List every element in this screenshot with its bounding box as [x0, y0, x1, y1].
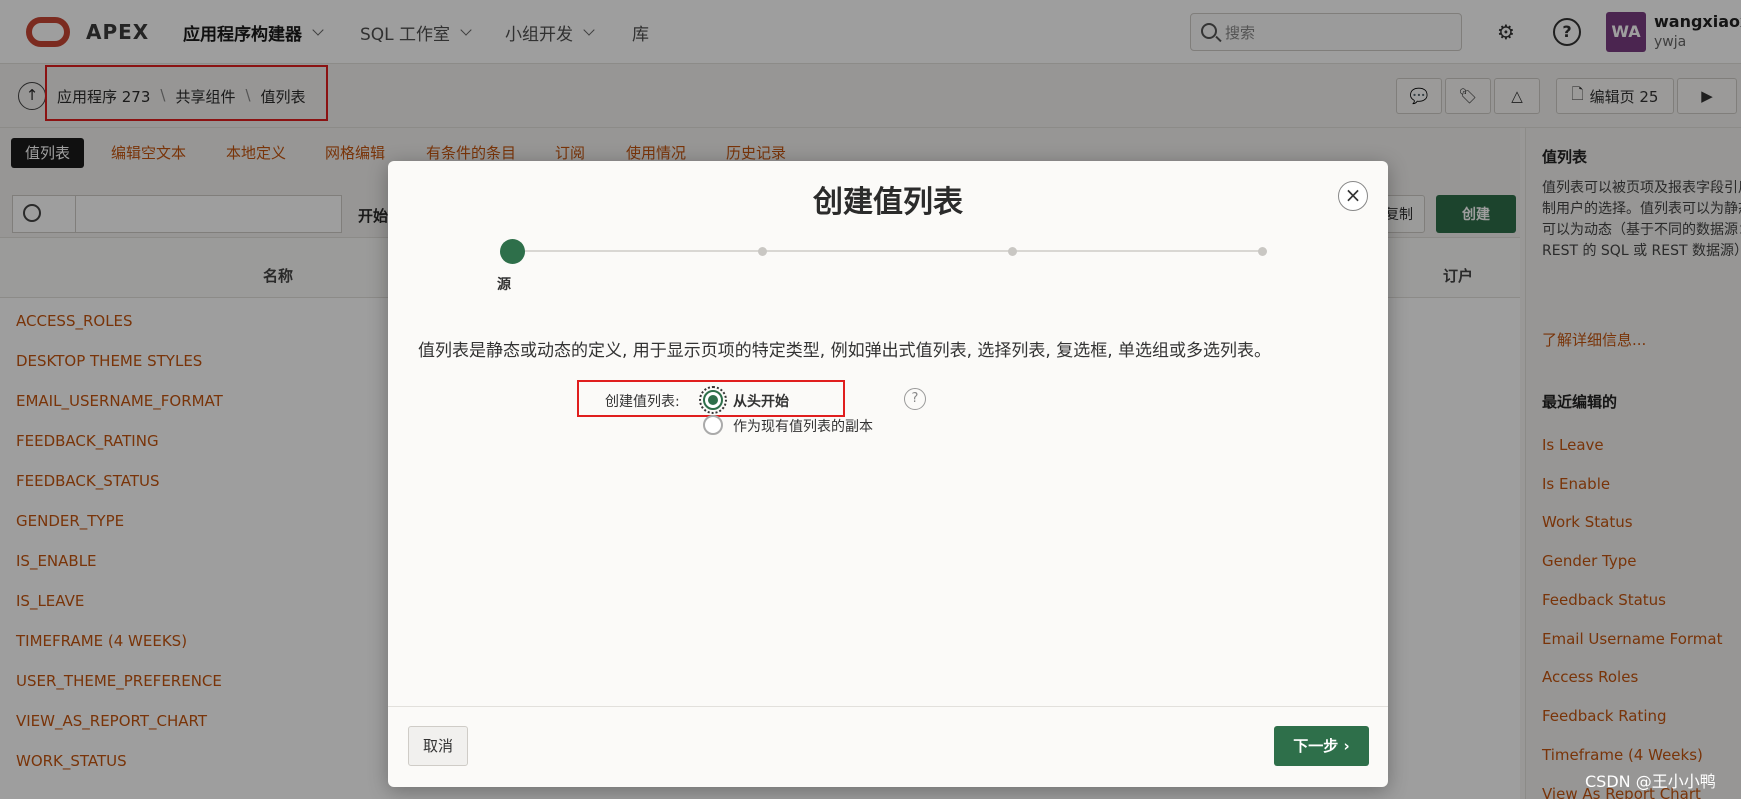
radio-from-scratch[interactable]	[699, 386, 727, 414]
wizard-progress-track	[512, 250, 1262, 252]
wizard-step-dot	[1258, 247, 1267, 256]
radio-copy-existing[interactable]	[703, 415, 723, 435]
dialog-description: 值列表是静态或动态的定义, 用于显示页项的特定类型, 例如弹出式值列表, 选择列…	[418, 341, 1272, 361]
cancel-button[interactable]: 取消	[408, 726, 468, 766]
next-button-label: 下一步	[1293, 737, 1339, 755]
create-lov-dialog: 创建值列表 × 源 值列表是静态或动态的定义, 用于显示页项的特定类型, 例如弹…	[388, 161, 1388, 787]
radio-label-from-scratch[interactable]: 从头开始	[733, 391, 789, 411]
dialog-footer	[388, 706, 1388, 787]
close-icon[interactable]: ×	[1338, 181, 1368, 211]
wizard-step-dot	[758, 247, 767, 256]
dialog-title: 创建值列表	[813, 185, 963, 220]
help-icon[interactable]: ?	[904, 388, 926, 410]
watermark: CSDN @王小小鸭	[1585, 772, 1716, 791]
radio-label-copy-existing[interactable]: 作为现有值列表的副本	[733, 416, 873, 436]
next-button[interactable]: 下一步 ›	[1274, 726, 1369, 766]
wizard-step-dot	[1008, 247, 1017, 256]
wizard-step-current	[500, 239, 525, 264]
create-lov-field-label: 创建值列表:	[605, 394, 680, 410]
chevron-right-icon: ›	[1343, 737, 1350, 755]
wizard-step-label: 源	[497, 277, 511, 293]
